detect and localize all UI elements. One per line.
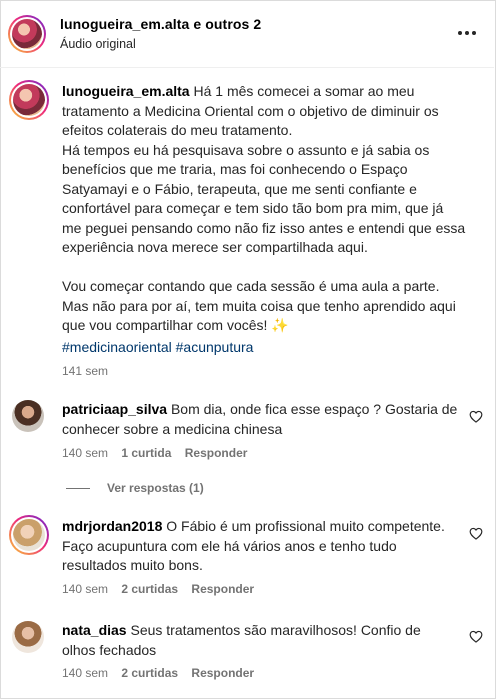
comment-1-username[interactable]: patriciaap_silva (62, 401, 167, 417)
post-author-username[interactable]: lunogueira_em.alta (62, 83, 190, 99)
post-header: lunogueira_em.alta e outros 2 Áudio orig… (0, 0, 494, 68)
comment-3-time: 140 sem (62, 666, 109, 680)
comment-2-text: mdrjordan2018 O Fábio é um profissional … (62, 517, 458, 576)
comment-avatar-mdrjordan2018-image (13, 519, 45, 551)
comment-avatar-mdrjordan2018[interactable] (9, 515, 49, 555)
comment-avatar-nata-dias[interactable] (12, 621, 44, 653)
replies-divider (66, 488, 90, 489)
comment-1-reply-button[interactable]: Responder (185, 446, 248, 460)
more-horizontal-icon[interactable] (458, 31, 476, 35)
comment-1-meta: 140 sem 1 curtida Responder (62, 446, 247, 460)
comment-1-time: 140 sem (62, 446, 109, 460)
comment-3-reply-button[interactable]: Responder (191, 666, 254, 680)
header-avatar-image (12, 19, 42, 49)
comment-2-likes[interactable]: 2 curtidas (121, 582, 178, 596)
comment-3-likes[interactable]: 2 curtidas (121, 666, 178, 680)
post-caption: lunogueira_em.alta Há 1 mês comecei a so… (62, 82, 466, 336)
view-replies-button[interactable]: Ver respostas (1) (107, 481, 204, 495)
post-author-avatar-image (13, 84, 45, 116)
post-caption-text: Há 1 mês comecei a somar ao meu tratamen… (62, 83, 466, 333)
comment-2-time: 140 sem (62, 582, 109, 596)
header-username[interactable]: lunogueira_em.alta e outros 2 (60, 16, 261, 32)
heart-icon[interactable] (469, 410, 483, 423)
comment-1-likes[interactable]: 1 curtida (121, 446, 171, 460)
header-avatar[interactable] (8, 15, 46, 53)
hashtag-medicinaoriental[interactable]: #medicinaoriental (62, 339, 172, 355)
comment-2-meta: 140 sem 2 curtidas Responder (62, 582, 254, 596)
sparkle-emoji: ✨ (271, 317, 289, 333)
comment-2-reply-button[interactable]: Responder (191, 582, 254, 596)
post-hashtags: #medicinaoriental #acunputura (62, 339, 253, 355)
comment-3-text: nata_dias Seus tratamentos são maravilho… (62, 621, 458, 660)
post-time: 141 sem (62, 364, 109, 378)
hashtag-acunputura[interactable]: #acunputura (176, 339, 254, 355)
heart-icon[interactable] (469, 630, 483, 643)
comment-avatar-patriciaap-silva[interactable] (12, 400, 44, 432)
comment-2-username[interactable]: mdrjordan2018 (62, 518, 162, 534)
audio-label[interactable]: Áudio original (60, 37, 136, 51)
post-author-avatar[interactable] (9, 80, 49, 120)
heart-icon[interactable] (469, 527, 483, 540)
comment-3-meta: 140 sem 2 curtidas Responder (62, 666, 254, 680)
comment-1-text: patriciaap_silva Bom dia, onde fica esse… (62, 400, 458, 439)
comment-3-username[interactable]: nata_dias (62, 622, 127, 638)
